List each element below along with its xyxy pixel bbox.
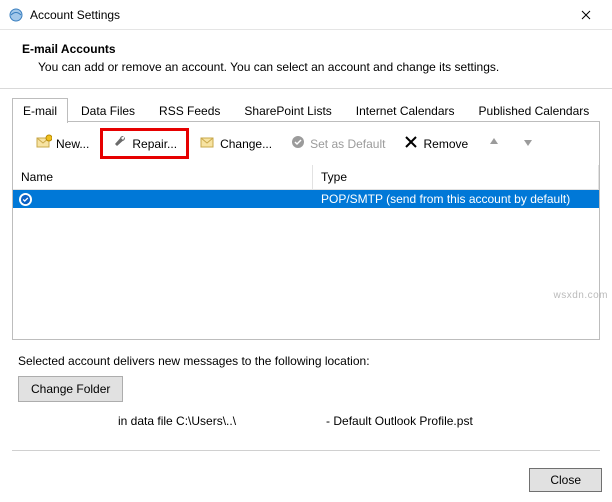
row-name-cell — [13, 192, 313, 207]
footer-divider — [12, 450, 600, 451]
footer-info: Selected account delivers new messages t… — [0, 340, 612, 434]
set-default-label: Set as Default — [310, 137, 385, 151]
repair-label: Repair... — [132, 137, 177, 151]
change-folder-button[interactable]: Change Folder — [18, 376, 123, 402]
header: E-mail Accounts You can add or remove an… — [0, 30, 612, 89]
envelope-new-icon — [36, 134, 52, 153]
table-row[interactable]: POP/SMTP (send from this account by defa… — [13, 190, 599, 208]
tab-internet-calendars[interactable]: Internet Calendars — [345, 98, 466, 123]
remove-label: Remove — [423, 137, 468, 151]
new-button[interactable]: New... — [29, 131, 96, 156]
repair-highlight: Repair... — [100, 128, 189, 159]
arrow-up-icon — [486, 134, 502, 153]
envelope-edit-icon — [200, 134, 216, 153]
row-type-cell: POP/SMTP (send from this account by defa… — [313, 191, 599, 207]
titlebar: Account Settings — [0, 0, 612, 30]
move-up-button — [479, 131, 509, 156]
table-header: Name Type — [13, 165, 599, 190]
window-close-button[interactable] — [566, 1, 606, 29]
header-subtitle: You can add or remove an account. You ca… — [38, 60, 596, 74]
tab-published-calendars[interactable]: Published Calendars — [468, 98, 601, 123]
tab-email[interactable]: E-mail — [12, 98, 68, 123]
column-type[interactable]: Type — [313, 165, 599, 189]
toolbar: New... Repair... Change... Set as Defaul… — [12, 122, 600, 165]
accounts-table: Name Type POP/SMTP (send from this accou… — [12, 165, 600, 340]
change-label: Change... — [220, 137, 272, 151]
path-row: in data file C:\Users\..\ - Default Outl… — [18, 414, 596, 428]
default-check-icon — [19, 193, 32, 206]
tab-rss-feeds[interactable]: RSS Feeds — [148, 98, 231, 123]
tab-sharepoint-lists[interactable]: SharePoint Lists — [233, 98, 342, 123]
set-default-button: Set as Default — [283, 131, 392, 156]
tab-divider — [12, 121, 600, 122]
app-icon — [8, 7, 24, 23]
close-button[interactable]: Close — [529, 468, 602, 492]
tab-address-books[interactable]: Address Books — [602, 98, 612, 123]
data-file-path: in data file C:\Users\..\ — [118, 414, 236, 428]
profile-file: - Default Outlook Profile.pst — [326, 414, 473, 428]
column-name[interactable]: Name — [13, 165, 313, 189]
tabstrip: E-mail Data Files RSS Feeds SharePoint L… — [0, 89, 612, 122]
button-bar: Close — [529, 468, 602, 492]
watermark: wsxdn.com — [553, 290, 608, 301]
repair-button[interactable]: Repair... — [103, 131, 186, 156]
remove-button[interactable]: Remove — [396, 131, 475, 156]
checkmark-circle-icon — [290, 134, 306, 153]
x-icon — [403, 134, 419, 153]
new-label: New... — [56, 137, 89, 151]
change-button[interactable]: Change... — [193, 131, 279, 156]
window-title: Account Settings — [30, 8, 566, 22]
wrench-icon — [112, 134, 128, 153]
delivery-location-label: Selected account delivers new messages t… — [18, 354, 596, 368]
tab-data-files[interactable]: Data Files — [70, 98, 146, 123]
header-title: E-mail Accounts — [22, 42, 596, 56]
arrow-down-icon — [520, 134, 536, 153]
move-down-button — [513, 131, 543, 156]
